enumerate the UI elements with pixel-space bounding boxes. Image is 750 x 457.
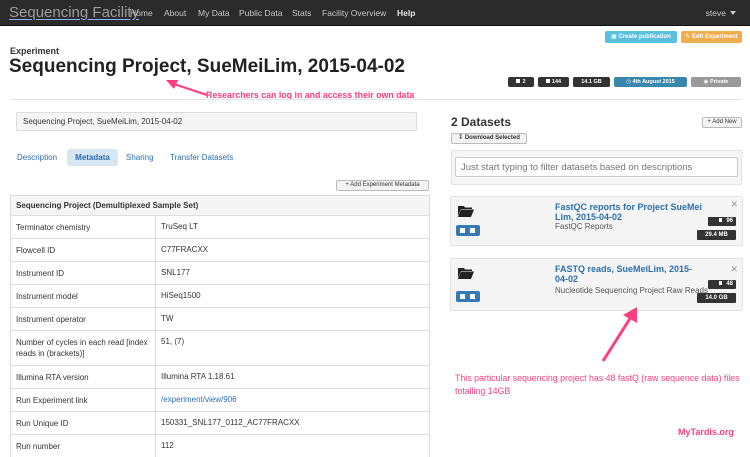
dataset-actions[interactable] <box>456 225 480 236</box>
date-badge: ◷ 4th August 2015 <box>614 77 687 87</box>
download-icon[interactable] <box>460 294 465 299</box>
create-publication-button[interactable]: ▣ Create publication <box>605 31 677 43</box>
metadata-table-heading: Sequencing Project (Demultiplexed Sample… <box>11 196 429 216</box>
close-icon[interactable]: ✕ <box>730 264 738 275</box>
checkbox-icon[interactable] <box>470 294 475 299</box>
experiment-label: Experiment <box>10 46 60 56</box>
dataset-description: Nucleotide Sequencing Project Raw Reads <box>555 286 708 295</box>
datasets-count-badge: 2 <box>508 77 534 87</box>
user-menu[interactable]: steve <box>706 8 726 18</box>
nav-help[interactable]: Help <box>397 8 415 18</box>
folder-open-icon <box>458 206 474 217</box>
table-row: Flowcell ID C77FRACXX <box>11 239 429 262</box>
nav-public-data[interactable]: Public Data <box>239 8 282 18</box>
table-row: Illumina RTA version Illumina RTA 1.18.6… <box>11 366 429 389</box>
dataset-filter-input[interactable] <box>455 157 738 177</box>
run-experiment-link[interactable]: /experiment/view/906 <box>161 395 237 404</box>
annotation-arrow-top <box>166 80 208 96</box>
dataset-card[interactable]: FastQC reports for Project SueMei Lim, 2… <box>450 196 743 246</box>
file-count-badge: 48 <box>708 280 736 289</box>
nav-about[interactable]: About <box>164 8 186 18</box>
dataset-name-link[interactable]: FastQC reports for Project SueMei Lim, 2… <box>555 202 705 222</box>
annotation-files-note: This particular sequencing project has 4… <box>455 373 740 396</box>
tab-metadata[interactable]: Metadata <box>67 149 118 166</box>
table-row: Run number 112 <box>11 435 429 457</box>
mytardis-watermark: MyTardis.org <box>678 427 734 437</box>
checkbox-icon[interactable] <box>470 228 475 233</box>
download-icon[interactable] <box>460 228 465 233</box>
file-count-badge: 96 <box>708 217 736 226</box>
nav-stats[interactable]: Stats <box>292 8 311 18</box>
brand-link[interactable]: Sequencing Facility <box>9 4 139 21</box>
table-row: Run Unique ID 150331_SNL177_0112_AC77FRA… <box>11 412 429 435</box>
folder-open-icon <box>458 268 474 279</box>
divider <box>10 99 741 100</box>
size-badge: 14.0 GB <box>697 293 736 303</box>
nav-home[interactable]: Home <box>130 8 153 18</box>
table-row: Terminator chemistry TruSeq LT <box>11 216 429 239</box>
add-experiment-metadata-button[interactable]: + Add Experiment Metadata <box>336 180 429 191</box>
file-icon <box>719 218 723 222</box>
close-icon[interactable]: ✕ <box>730 199 738 210</box>
table-row: Number of cycles in each read [index rea… <box>11 331 429 366</box>
annotation-arrow-bottom <box>601 307 637 362</box>
files-count-badge: 144 <box>538 77 569 87</box>
datasets-heading: 2 Datasets <box>451 115 512 129</box>
book-icon: ▣ <box>611 34 619 40</box>
dataset-card[interactable]: FASTQ reads, SueMeiLim, 2015-04-02 Nucle… <box>450 258 743 311</box>
nav-my-data[interactable]: My Data <box>198 8 230 18</box>
table-row: Run Experiment link /experiment/view/906 <box>11 389 429 412</box>
table-row: Instrument operator TW <box>11 308 429 331</box>
experiment-description-box: Sequencing Project, SueMeiLim, 2015-04-0… <box>16 112 417 131</box>
visibility-badge: ◉ Private <box>691 77 741 87</box>
size-badge: 29.4 MB <box>697 230 736 240</box>
tab-sharing[interactable]: Sharing <box>126 153 154 162</box>
top-navbar: Sequencing Facility Home About My Data P… <box>0 0 750 26</box>
table-row: Instrument ID SNL177 <box>11 262 429 285</box>
metadata-table: Sequencing Project (Demultiplexed Sample… <box>10 195 430 457</box>
dataset-name-link[interactable]: FASTQ reads, SueMeiLim, 2015-04-02 <box>555 264 705 284</box>
download-selected-button[interactable]: ↧ Download Selected <box>451 133 527 144</box>
edit-experiment-button[interactable]: ✎ Edit Experiment <box>681 31 742 43</box>
download-icon: ↧ <box>458 135 465 141</box>
pencil-icon: ✎ <box>685 34 692 40</box>
file-icon <box>719 281 723 285</box>
add-new-dataset-button[interactable]: + Add New <box>702 117 742 128</box>
tab-transfer-datasets[interactable]: Transfer Datasets <box>170 153 233 162</box>
table-row: Instrument model HiSeq1500 <box>11 285 429 308</box>
dataset-description: FastQC Reports <box>555 222 613 231</box>
dataset-actions[interactable] <box>456 291 480 302</box>
nav-facility-overview[interactable]: Facility Overview <box>322 8 386 18</box>
folder-icon <box>516 79 521 83</box>
tab-description[interactable]: Description <box>17 153 57 162</box>
size-badge: 14.1 GB <box>573 77 610 87</box>
file-icon <box>545 79 550 83</box>
chevron-down-icon[interactable] <box>730 11 736 15</box>
